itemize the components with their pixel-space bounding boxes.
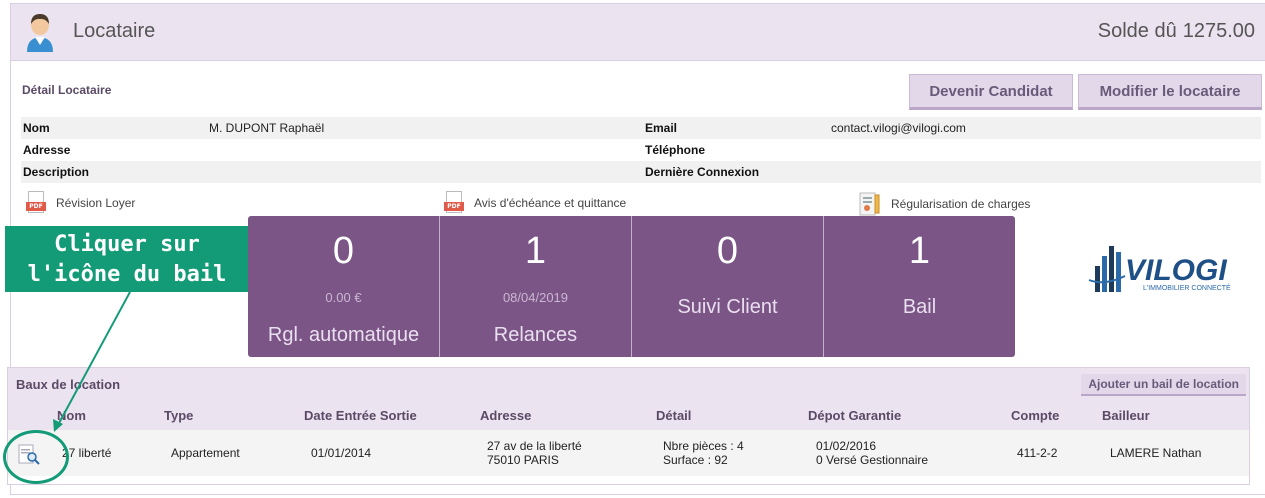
lease-date: 01/01/2014 [311,446,372,460]
tile-number: 1 [524,230,547,272]
stats-tiles: 0 0.00 € Rgl. automatique 1 08/04/2019 R… [248,216,1015,357]
email-value: contact.vilogi@vilogi.com [831,121,966,135]
tile-reminders[interactable]: 1 08/04/2019 Relances [440,216,632,357]
doc-label: Régularisation de charges [891,197,1031,211]
leases-section: Baux de location Ajouter un bail de loca… [7,367,1250,485]
tile-auto-payment[interactable]: 0 0.00 € Rgl. automatique [248,216,440,357]
vilogi-logo: VILOGI L'IMMOBILIER CONNECTÉ [1088,246,1231,292]
info-row: Adresse Téléphone [21,139,1261,161]
info-row: Nom M. DUPONT Raphaël Email contact.vilo… [21,117,1261,139]
tile-number: 0 [716,230,739,272]
lease-landlord: LAMERE Nathan [1110,446,1202,460]
balance-due: Solde dû 1275.00 [1092,20,1255,43]
user-avatar-icon [27,14,53,52]
tile-sub: 0.00 € [325,290,362,305]
doc-label: Révision Loyer [56,196,136,210]
name-label: Nom [23,121,50,135]
column-header-landlord: Bailleur [1102,408,1150,423]
column-header-type: Type [164,408,194,423]
info-row: Description Dernière Connexion [21,161,1261,183]
tenant-info-table: Nom M. DUPONT Raphaël Email contact.vilo… [21,117,1261,183]
deposit-line: 01/02/2016 [816,439,877,453]
page-title: Locataire [73,20,156,42]
lease-name[interactable]: 27 liberté [62,446,111,460]
table-row: 27 liberté Appartement 01/01/2014 27 av … [8,430,1249,476]
logo-text: VILOGI [1125,254,1227,287]
column-header-account: Compte [1011,408,1060,423]
tile-lease[interactable]: 1 Bail [824,216,1015,357]
description-label: Description [23,165,90,179]
pdf-icon: PDF [444,191,464,215]
tile-label: Relances [493,324,578,346]
tile-sub: 08/04/2019 [502,290,569,305]
logo-tagline: L'IMMOBILIER CONNECTÉ [1143,283,1231,292]
edit-tenant-button[interactable]: Modifier le locataire [1078,74,1262,110]
lease-detail: Nbre pièces : 4 Surface : 92 [663,439,744,467]
tile-number: 1 [908,230,931,272]
column-header-deposit: Dépot Garantie [808,408,902,423]
lease-type: Appartement [171,446,240,460]
column-header-address: Adresse [480,408,532,423]
balance-value: 1275.00 [1182,20,1255,42]
lease-deposit: 01/02/2016 0 Versé Gestionnaire [816,439,928,467]
leases-header: Baux de location Ajouter un bail de loca… [8,368,1249,430]
callout-line: l'icône du bail [27,262,227,287]
highlight-circle [3,430,69,484]
tile-label: Rgl. automatique [267,324,420,346]
column-header-dates: Date Entrée Sortie [304,408,417,423]
rent-revision-link[interactable]: PDF Révision Loyer [26,191,135,215]
tile-client-follow-up[interactable]: 0 Suivi Client [632,216,824,357]
detail-section-title: Détail Locataire [22,83,112,97]
address-label: Adresse [23,143,71,157]
rent-notice-link[interactable]: PDF Avis d'échéance et quittance [444,191,626,215]
tile-label: Bail [902,296,937,318]
doc-label: Avis d'échéance et quittance [474,196,627,210]
detail-line: Surface : 92 [663,453,728,467]
lease-address: 27 av de la liberté 75010 PARIS [487,439,582,467]
pdf-icon: PDF [26,191,46,215]
balance-label: Solde dû [1097,20,1177,42]
tile-number: 0 [332,230,355,272]
leases-title: Baux de location [16,377,121,392]
instruction-callout: Cliquer sur l'icône du bail [5,226,249,292]
callout-line: Cliquer sur [54,232,200,257]
add-lease-button[interactable]: Ajouter un bail de location [1081,374,1246,396]
detail-line: Nbre pièces : 4 [663,439,744,453]
column-header-detail: Détail [656,408,692,423]
last-login-label: Dernière Connexion [645,165,760,179]
tile-label: Suivi Client [677,296,778,318]
charges-regularization-link[interactable]: Régularisation de charges [859,191,1030,217]
deposit-line: 0 Versé Gestionnaire [816,453,929,467]
column-header-name: Nom [57,408,86,423]
lease-account: 411-2-2 [1017,446,1058,460]
address-line: 27 av de la liberté [487,439,582,453]
address-line: 75010 PARIS [487,453,559,467]
panel-header: Locataire Solde dû 1275.00 [11,4,1265,61]
phone-label: Téléphone [645,143,706,157]
charges-document-icon [859,192,880,216]
become-candidate-button[interactable]: Devenir Candidat [909,74,1073,110]
email-label: Email [645,121,678,135]
name-value: M. DUPONT Raphaël [209,121,325,135]
